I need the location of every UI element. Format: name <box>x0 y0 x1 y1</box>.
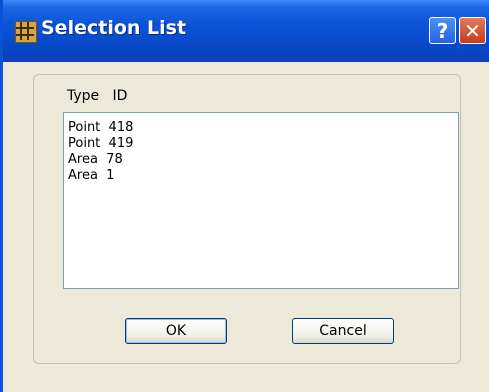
selection-list-dialog: Selection List ? ✕ Type ID Point 418 Poi… <box>0 0 489 392</box>
window-title: Selection List <box>41 17 187 39</box>
list-item[interactable]: Area 78 <box>68 152 458 168</box>
ok-button[interactable]: OK <box>125 318 227 344</box>
list-item[interactable]: Point 418 <box>68 120 458 136</box>
list-column-header: Type ID <box>67 88 128 104</box>
selection-listbox[interactable]: Point 418 Point 419 Area 78 Area 1 <box>63 112 459 289</box>
list-item[interactable]: Point 419 <box>68 136 458 152</box>
list-item[interactable]: Area 1 <box>68 168 458 184</box>
cancel-button[interactable]: Cancel <box>292 318 394 344</box>
close-button[interactable]: ✕ <box>459 17 486 44</box>
app-grid-icon <box>15 21 37 43</box>
title-bar[interactable]: Selection List ? ✕ <box>3 0 489 62</box>
help-button[interactable]: ? <box>429 17 456 44</box>
